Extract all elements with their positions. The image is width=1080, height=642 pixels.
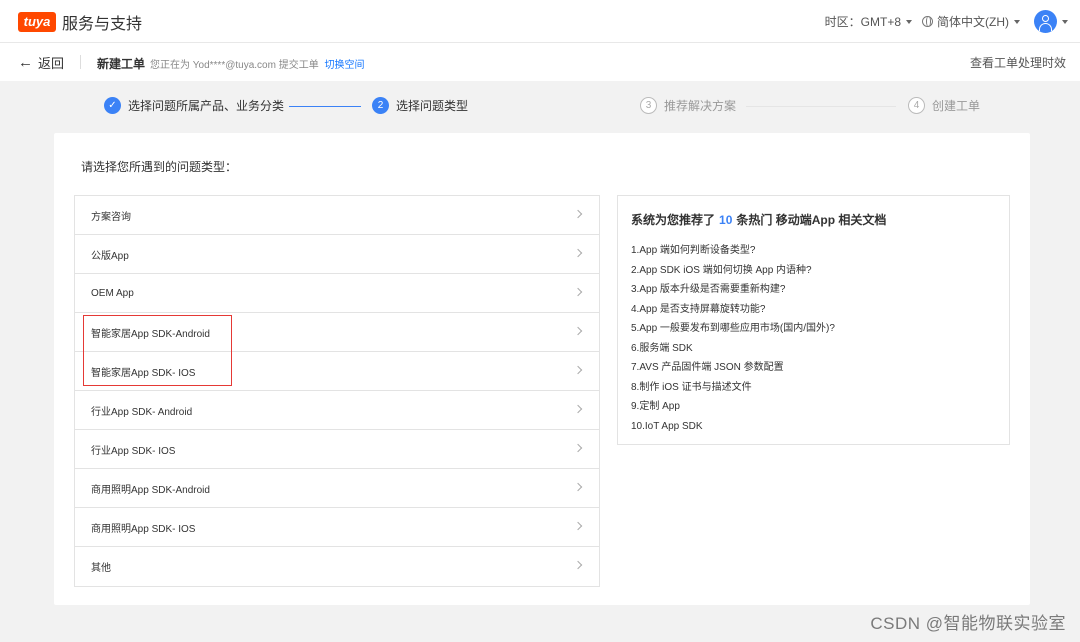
- step-connector: [289, 106, 361, 107]
- page-title: 新建工单: [97, 57, 146, 71]
- list-item[interactable]: 行业App SDK- IOS: [75, 430, 599, 469]
- timezone-label: 时区：: [824, 15, 861, 29]
- divider: [80, 55, 81, 69]
- category-list: 方案咨询 公版App OEM App 智能家居App SDK-Android 智…: [74, 195, 600, 587]
- doc-link[interactable]: 4.App 是否支持屏幕旋转功能?: [631, 300, 835, 320]
- doc-link[interactable]: 5.App 一般要发布到哪些应用市场(国内/国外)?: [631, 319, 835, 339]
- chevron-right-icon: [573, 443, 583, 453]
- doc-list: 1.App 端如何判断设备类型? 2.App SDK iOS 端如何切换 App…: [631, 241, 835, 436]
- language-label: 简体中文(ZH): [937, 15, 1009, 29]
- recommended-docs-panel: 系统为您推荐了 10 条热门 移动端App 相关文档 1.App 端如何判断设备类型…: [617, 195, 1010, 445]
- tuya-logo-icon: tuya: [18, 11, 56, 32]
- chevron-down-icon: [1062, 19, 1068, 24]
- doc-link[interactable]: 8.制作 iOS 证书与描述文件: [631, 378, 835, 398]
- chevron-right-icon: [573, 521, 583, 531]
- doc-link[interactable]: 3.App 版本升级是否需要重新构建?: [631, 280, 835, 300]
- app-title: 服务与支持: [62, 15, 143, 33]
- list-item-label: 行业App SDK- IOS: [91, 445, 176, 457]
- top-header: tuya 服务与支持 时区： GMT+8 简体中文(ZH): [0, 0, 1080, 43]
- step-indicator: ✓ 选择问题所属产品、业务分类 2 选择问题类型 3 推荐解决方案 4 创建工单: [0, 89, 1080, 119]
- globe-icon: [922, 16, 933, 27]
- list-item[interactable]: 方案咨询: [75, 196, 599, 235]
- back-label: 返回: [38, 56, 65, 71]
- switch-space-link[interactable]: 切换空间: [325, 60, 365, 71]
- back-button[interactable]: ← 返回: [18, 53, 64, 72]
- chevron-right-icon: [573, 560, 583, 570]
- chevron-right-icon: [573, 326, 583, 336]
- chevron-right-icon: [573, 404, 583, 414]
- list-item-label: 智能家居App SDK- IOS: [91, 367, 196, 379]
- step-1-label: 选择问题所属产品、业务分类: [128, 99, 285, 113]
- chevron-right-icon: [573, 287, 583, 297]
- chevron-down-icon: [906, 19, 912, 24]
- header-controls: 时区： GMT+8 简体中文(ZH): [815, 8, 1068, 35]
- avatar-icon: [1034, 10, 1057, 33]
- list-item-label: 公版App: [91, 250, 129, 262]
- list-item[interactable]: 行业App SDK- Android: [75, 391, 599, 430]
- chevron-right-icon: [573, 209, 583, 219]
- brand-logo[interactable]: tuya 服务与支持: [18, 11, 143, 33]
- list-item[interactable]: 商用照明App SDK-Android: [75, 469, 599, 508]
- timezone-value: GMT+8: [860, 14, 901, 29]
- list-item-label: 其他: [91, 563, 111, 574]
- list-item[interactable]: 智能家居App SDK-Android: [75, 313, 599, 352]
- step-connector: [746, 106, 896, 107]
- list-item-label: 行业App SDK- Android: [91, 406, 193, 418]
- doc-link[interactable]: 7.AVS 产品固件端 JSON 参数配置: [631, 358, 835, 378]
- arrow-left-icon: ←: [18, 54, 33, 71]
- doc-link[interactable]: 2.App SDK iOS 端如何切换 App 内语种?: [631, 261, 835, 281]
- list-item-label: 智能家居App SDK-Android: [91, 328, 210, 340]
- chevron-right-icon: [573, 482, 583, 492]
- recommend-title: 系统为您推荐了 10 条热门 移动端App 相关文档: [631, 211, 886, 228]
- step-4: 4 创建工单: [908, 97, 980, 114]
- account-note-text: 您正在为 Yod****@tuya.com 提交工单: [150, 60, 319, 71]
- list-item-label: 商用照明App SDK- IOS: [91, 523, 196, 535]
- list-item[interactable]: 公版App: [75, 235, 599, 274]
- language-selector[interactable]: 简体中文(ZH): [922, 13, 1020, 30]
- list-item[interactable]: 其他: [75, 547, 599, 586]
- sub-header: ← 返回 新建工单 您正在为 Yod****@tuya.com 提交工单 切换空…: [0, 43, 1080, 81]
- account-note: 您正在为 Yod****@tuya.com 提交工单 切换空间: [150, 56, 365, 71]
- doc-link[interactable]: 6.服务端 SDK: [631, 339, 835, 359]
- recommend-title-suffix: 条热门 移动端App 相关文档: [736, 213, 887, 227]
- doc-link[interactable]: 1.App 端如何判断设备类型?: [631, 241, 835, 261]
- list-item-label: 商用照明App SDK-Android: [91, 484, 210, 496]
- check-icon: ✓: [104, 97, 121, 114]
- chevron-right-icon: [573, 248, 583, 258]
- doc-link[interactable]: 10.IoT App SDK: [631, 417, 835, 437]
- main-card: 请选择您所遇到的问题类型： 方案咨询 公版App OEM App 智能家居App…: [54, 133, 1030, 605]
- step-1: ✓ 选择问题所属产品、业务分类: [104, 97, 284, 114]
- watermark: CSDN @智能物联实验室: [870, 614, 1066, 633]
- step-2: 2 选择问题类型: [372, 97, 468, 114]
- step-2-number: 2: [372, 97, 389, 114]
- list-item-label: OEM App: [91, 287, 134, 299]
- doc-link[interactable]: 9.定制 App: [631, 397, 835, 417]
- user-menu[interactable]: [1034, 10, 1068, 33]
- chevron-right-icon: [573, 365, 583, 375]
- step-3-number: 3: [640, 97, 657, 114]
- recommend-title-prefix: 系统为您推荐了: [631, 213, 716, 227]
- question-prompt: 请选择您所遇到的问题类型：: [81, 160, 238, 174]
- list-item[interactable]: 商用照明App SDK- IOS: [75, 508, 599, 547]
- list-item[interactable]: OEM App: [75, 274, 599, 313]
- list-item-label: 方案咨询: [91, 211, 131, 223]
- step-4-label: 创建工单: [932, 99, 981, 113]
- chevron-down-icon: [1014, 19, 1020, 24]
- list-item[interactable]: 智能家居App SDK- IOS: [75, 352, 599, 391]
- recommend-count: 10: [719, 213, 733, 227]
- processing-time-link[interactable]: 查看工单处理时效: [970, 54, 1066, 71]
- step-2-label: 选择问题类型: [396, 99, 469, 113]
- step-4-number: 4: [908, 97, 925, 114]
- step-3-label: 推荐解决方案: [664, 99, 737, 113]
- step-3: 3 推荐解决方案: [640, 97, 736, 114]
- timezone-selector[interactable]: 时区： GMT+8: [825, 13, 912, 30]
